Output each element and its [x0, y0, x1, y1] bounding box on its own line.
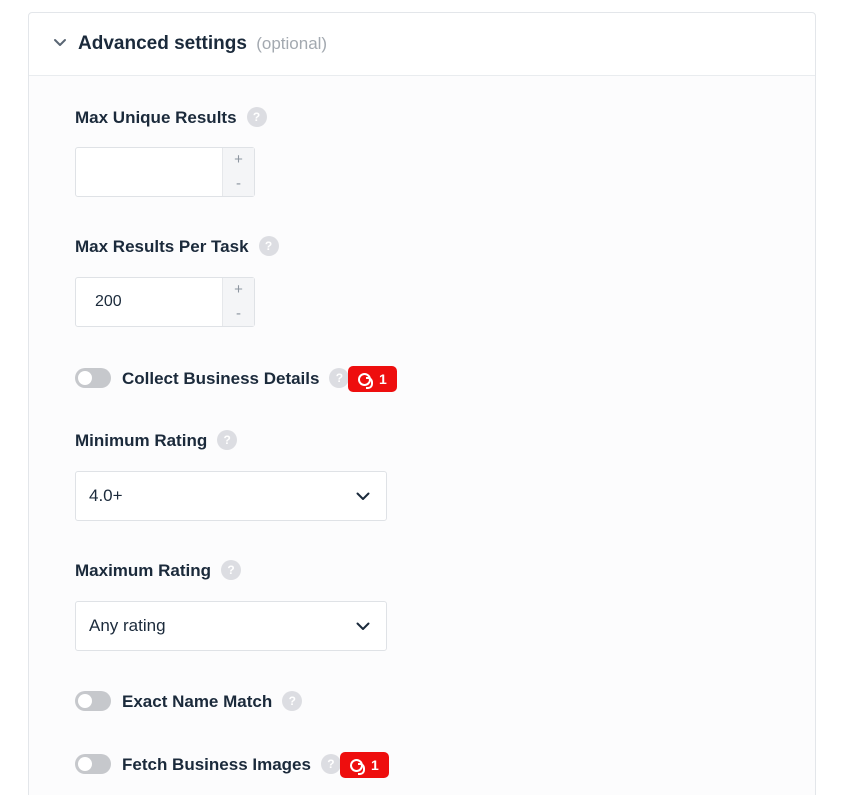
- minimum-rating-value: 4.0+: [89, 486, 123, 505]
- increment-button[interactable]: +: [223, 278, 254, 302]
- max-results-per-task-label: Max Results Per Task?: [75, 235, 279, 258]
- max-unique-results-label-text: Max Unique Results: [75, 108, 237, 127]
- question-circle-icon[interactable]: ?: [217, 429, 238, 450]
- chevron-down-icon: [356, 492, 370, 500]
- chevron-down-icon[interactable]: [53, 38, 67, 48]
- minimum-rating-label: Minimum Rating?: [75, 429, 238, 452]
- minimum-rating-label-text: Minimum Rating: [75, 431, 208, 450]
- exact-name-match-label: Exact Name Match?: [122, 690, 303, 713]
- credit-cost-badge: 1: [348, 366, 397, 392]
- toggle-knob: [78, 371, 92, 385]
- max-results-per-task-value: 200: [95, 293, 122, 310]
- credit-cost-value: 1: [371, 757, 379, 773]
- max-unique-results-input[interactable]: + -: [75, 147, 255, 197]
- advanced-settings-header[interactable]: Advanced settings (optional): [29, 13, 815, 76]
- question-circle-icon[interactable]: ?: [320, 753, 341, 774]
- credit-cost-value: 1: [379, 371, 387, 387]
- decrement-button[interactable]: -: [223, 302, 254, 326]
- optional-label: (optional): [256, 34, 328, 53]
- max-results-per-task-label-text: Max Results Per Task: [75, 237, 249, 256]
- collect-business-details-toggle[interactable]: [75, 368, 111, 388]
- toggle-knob: [78, 694, 92, 708]
- question-circle-icon[interactable]: ?: [329, 367, 350, 388]
- max-unique-results-label: Max Unique Results?: [75, 106, 267, 129]
- question-circle-icon[interactable]: ?: [246, 106, 267, 127]
- toggle-knob: [78, 757, 92, 771]
- collect-business-details-label: Collect Business Details?: [122, 367, 350, 390]
- exact-name-match-label-text: Exact Name Match: [122, 692, 273, 711]
- fetch-business-images-label-text: Fetch Business Images: [122, 755, 311, 774]
- exact-name-match-toggle[interactable]: [75, 691, 111, 711]
- max-unique-results-stepper: + -: [222, 148, 254, 196]
- maximum-rating-value: Any rating: [89, 616, 166, 635]
- coin-icon: [350, 759, 365, 775]
- credit-cost-badge: 1: [340, 752, 389, 778]
- coin-icon: [358, 373, 373, 389]
- decrement-button[interactable]: -: [223, 172, 254, 196]
- max-results-per-task-input[interactable]: 200 + -: [75, 277, 255, 327]
- maximum-rating-label-text: Maximum Rating: [75, 561, 212, 580]
- collect-business-details-label-text: Collect Business Details: [122, 369, 320, 388]
- chevron-down-icon: [356, 622, 370, 630]
- maximum-rating-select[interactable]: Any rating: [75, 601, 387, 651]
- minimum-rating-select[interactable]: 4.0+: [75, 471, 387, 521]
- section-title-text: Advanced settings: [78, 33, 247, 54]
- question-circle-icon[interactable]: ?: [282, 690, 303, 711]
- section-title: Advanced settings (optional): [78, 33, 327, 55]
- advanced-settings-panel: Advanced settings (optional): [28, 12, 816, 795]
- question-circle-icon[interactable]: ?: [258, 235, 279, 256]
- max-results-per-task-stepper: + -: [222, 278, 254, 326]
- fetch-business-images-label: Fetch Business Images?: [122, 753, 341, 776]
- maximum-rating-label: Maximum Rating?: [75, 559, 242, 582]
- increment-button[interactable]: +: [223, 148, 254, 172]
- question-circle-icon[interactable]: ?: [221, 559, 242, 580]
- fetch-business-images-toggle[interactable]: [75, 754, 111, 774]
